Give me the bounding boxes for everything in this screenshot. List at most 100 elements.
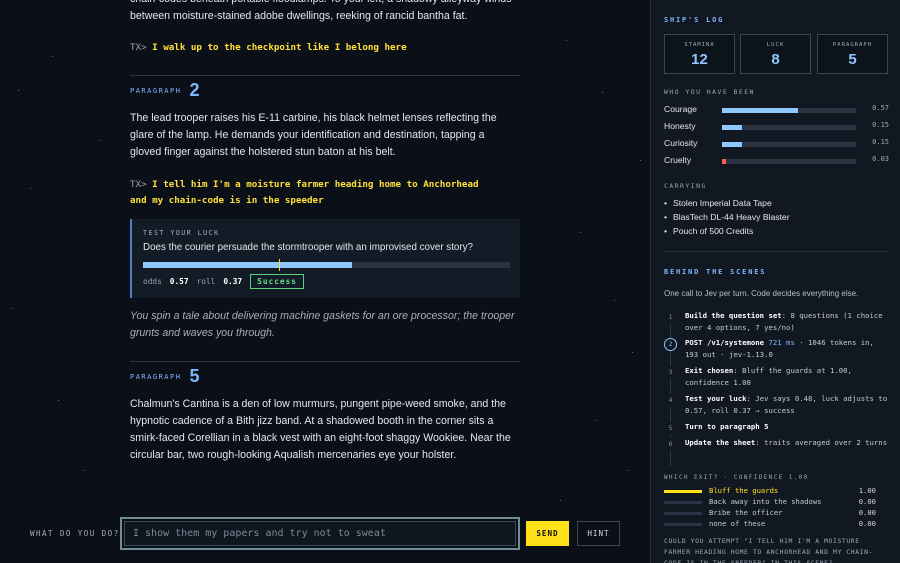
odds-value: 0.57 — [169, 277, 189, 286]
star-dot — [18, 90, 19, 91]
exit-option: Bluff the guards 1.00 — [664, 486, 889, 497]
trait-name: Courage — [664, 104, 697, 114]
test-your-luck-card: TEST YOUR LUCK Does the courier persuade… — [130, 219, 520, 298]
behind-scenes-heading: BEHIND THE SCENES — [664, 268, 767, 276]
step-number: 2 — [664, 338, 677, 351]
turn-text: I walk up to the checkpoint like I belon… — [152, 42, 407, 53]
stat-luck: LUCK 8 — [740, 34, 811, 74]
trait-bar-fill — [722, 142, 743, 147]
roll-marker — [278, 259, 281, 271]
trait-row: Curiosity 0.15 — [664, 138, 889, 151]
traits-heading: WHO YOU HAVE BEEN — [664, 88, 755, 96]
exit-option: Back away into the shadows 0.00 — [664, 497, 889, 508]
step-text: Turn to paragraph 5 — [685, 421, 890, 433]
exit-label: Back away into the shadows — [709, 497, 822, 506]
trait-bar-fill — [722, 159, 727, 164]
trait-value: 0.03 — [872, 155, 889, 163]
step-number: 1 — [664, 311, 677, 324]
step-title: Build the question set — [685, 311, 782, 320]
trait-name: Honesty — [664, 121, 696, 131]
exit-option: Bribe the officer 0.00 — [664, 508, 889, 519]
step-title: POST /v1/systemone — [685, 338, 765, 347]
turn-prompt: TX> — [130, 179, 147, 190]
inventory-item: BlasTech DL-44 Heavy Blaster — [664, 212, 790, 222]
intro-paragraph-text: chain-codes beneath portable floodlamps.… — [130, 0, 511, 22]
exit-option: none of these 0.00 — [664, 519, 889, 530]
star-dot — [580, 232, 581, 233]
paragraph-5-text: Chalmun's Cantina is a den of low murmur… — [130, 398, 511, 461]
stat-value: 5 — [848, 51, 857, 68]
paragraph-label: PARAGRAPH — [130, 86, 182, 95]
stat-value: 12 — [691, 51, 708, 68]
inventory-item: Pouch of 500 Credits — [664, 226, 753, 236]
exit-value: 0.00 — [858, 519, 876, 528]
exit-value: 0.00 — [858, 508, 876, 517]
trait-row: Courage 0.57 — [664, 104, 889, 117]
action-input-wrapper — [120, 517, 520, 550]
sidebar-divider — [664, 251, 889, 252]
latency-value: 721 ms — [768, 338, 795, 347]
roll-label: roll — [196, 277, 216, 286]
action-input[interactable] — [124, 521, 516, 546]
step-number: 5 — [664, 422, 677, 435]
divider — [130, 361, 520, 362]
outcome-text: You spin a tale about delivering machine… — [130, 310, 515, 339]
step-title: Test your luck — [685, 394, 747, 403]
step-text: Exit chosen: Bluff the guards at 1.00, c… — [685, 365, 890, 389]
send-button[interactable]: SEND — [526, 521, 569, 546]
story-panel: chain-codes beneath portable floodlamps.… — [0, 0, 650, 563]
paragraph-2-header: PARAGRAPH 2 — [130, 80, 199, 101]
stat-label: STAMINA — [684, 42, 715, 48]
trait-value: 0.15 — [872, 121, 889, 129]
step-text: POST /v1/systemone 721 ms · 1046 tokens … — [685, 337, 890, 361]
success-badge: Success — [250, 274, 304, 289]
exit-confidence-bar — [664, 490, 702, 493]
star-dot — [596, 420, 597, 421]
trait-value: 0.57 — [872, 104, 889, 112]
player-turn-1: TX> I walk up to the checkpoint like I b… — [130, 40, 520, 56]
paragraph-number: 2 — [189, 80, 200, 100]
stat-paragraph: PARAGRAPH 5 — [817, 34, 888, 74]
step-text: Build the question set: 8 questions (1 c… — [685, 310, 890, 334]
exit-confidence-bar — [664, 523, 702, 526]
odds-label: odds — [143, 277, 162, 286]
star-dot — [640, 160, 641, 161]
trait-bar-fill — [722, 125, 743, 130]
trait-bar — [722, 125, 856, 130]
divider — [130, 75, 520, 76]
exit-value: 1.00 — [858, 486, 876, 495]
trait-bar-fill — [722, 108, 799, 113]
step-text: Update the sheet: traits averaged over 2… — [685, 437, 890, 449]
trait-name: Cruelty — [664, 155, 692, 165]
star-dot — [52, 56, 53, 57]
star-dot — [628, 470, 629, 471]
turn-text-line-2: and my chain-code is in the speeder — [130, 195, 324, 206]
attempt-question: COULD YOU ATTEMPT "I TELL HIM I'M A MOIS… — [664, 537, 874, 563]
carrying-heading: CARRYING — [664, 182, 707, 190]
star-dot — [632, 352, 633, 353]
stat-stamina: STAMINA 12 — [664, 34, 735, 74]
paragraph-number: 5 — [189, 366, 200, 386]
star-dot — [614, 300, 615, 301]
exit-confidence-bar — [664, 512, 702, 515]
input-label: WHAT DO YOU DO? — [30, 529, 120, 538]
step-title: Exit chosen — [685, 366, 734, 375]
star-dot — [84, 470, 85, 471]
exit-value: 0.00 — [858, 497, 876, 506]
hint-button[interactable]: HINT — [577, 521, 620, 546]
trait-row: Cruelty 0.03 — [664, 155, 889, 168]
ships-log-sidebar: SHIP'S LOG STAMINA 12 LUCK 8 PARAGRAPH 5… — [650, 0, 900, 563]
star-dot — [566, 40, 567, 41]
luck-question: Does the courier persuade the stormtroop… — [143, 242, 473, 253]
star-dot — [30, 188, 31, 189]
trait-value: 0.15 — [872, 138, 889, 146]
step-title: Update the sheet — [685, 438, 756, 447]
exit-confidence-bar — [664, 501, 702, 504]
star-dot — [58, 400, 59, 401]
trait-row: Honesty 0.15 — [664, 121, 889, 134]
luck-card-label: TEST YOUR LUCK — [143, 229, 220, 237]
player-turn-2: TX> I tell him I'm a moisture farmer hea… — [130, 177, 520, 209]
stat-label: PARAGRAPH — [832, 42, 873, 48]
star-dot — [560, 500, 561, 501]
behind-scenes-subtitle: One call to Jev per turn. Code decides e… — [664, 289, 859, 298]
